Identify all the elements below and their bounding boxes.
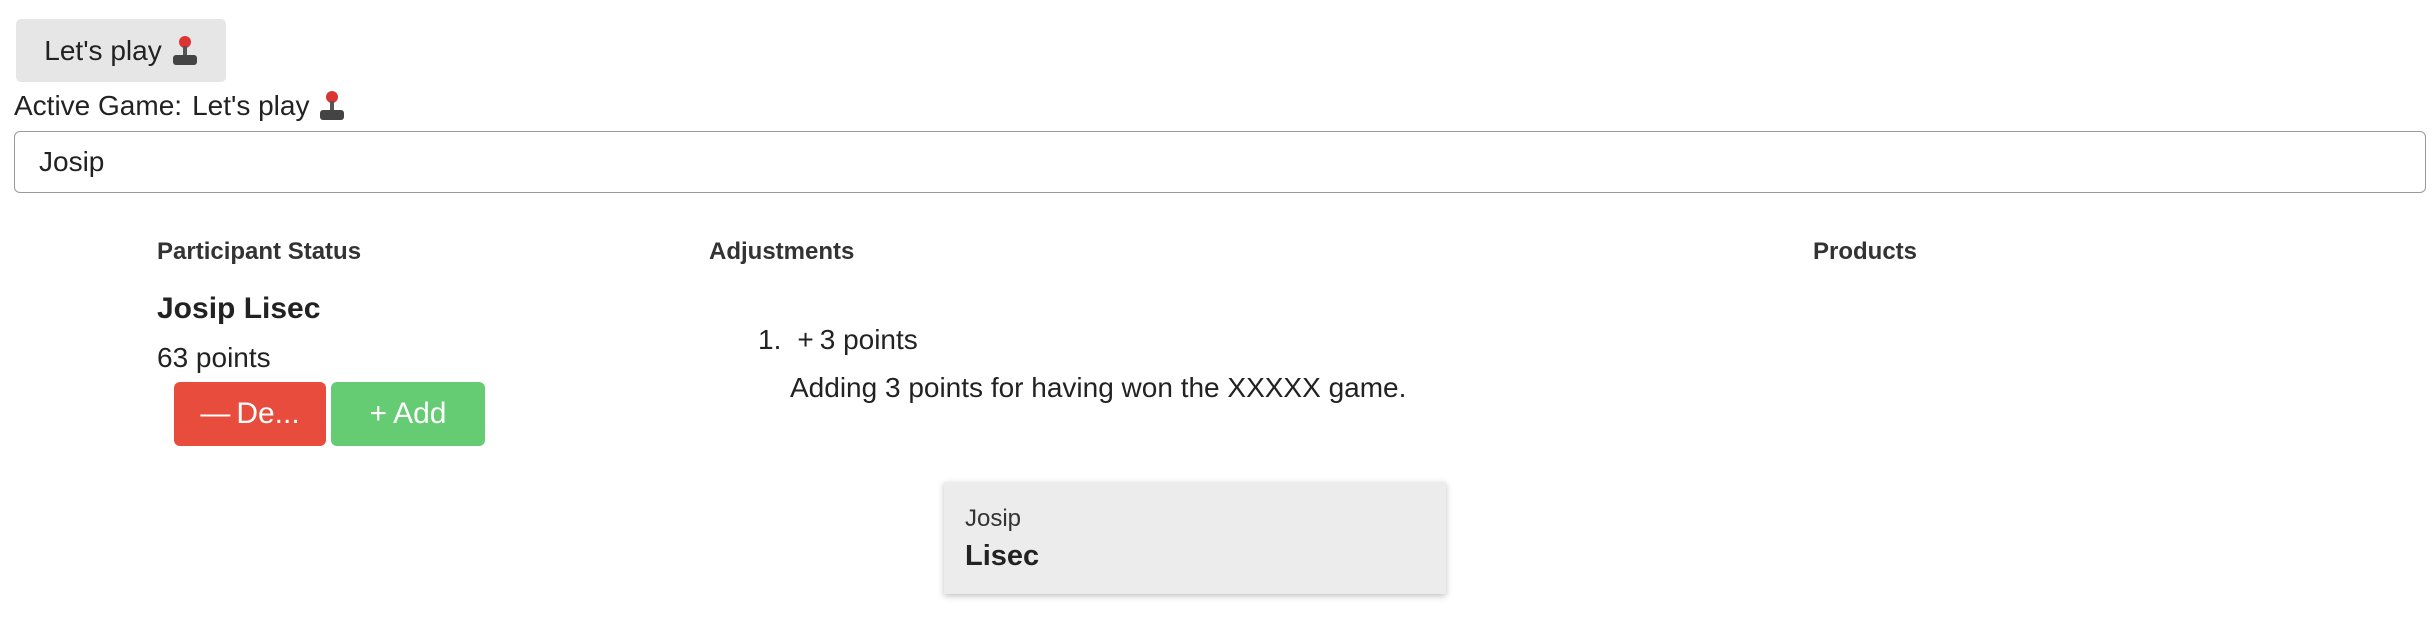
participant-name: Josip Lisec	[157, 292, 321, 325]
adjustment-description: Adding 3 points for having won the XXXXX…	[790, 372, 1407, 403]
participant-status-heading: Participant Status	[157, 238, 362, 265]
game-button-label: Let's play	[44, 34, 162, 66]
deduct-button-label: De...	[236, 397, 300, 430]
add-button-label: Add	[393, 397, 447, 430]
adjustment-index: 1.	[758, 324, 782, 355]
add-button[interactable]: + Add	[331, 382, 485, 446]
adjustment-amount: 3 points	[819, 324, 918, 355]
card-first-name: Josip	[965, 505, 1022, 532]
joystick-icon	[319, 91, 345, 121]
active-game-label: Active Game:	[14, 90, 183, 121]
game-button[interactable]: Let's play	[16, 19, 226, 82]
joystick-icon	[172, 35, 198, 66]
participant-points: 63 points	[157, 342, 271, 373]
participant-card[interactable]: Josip Lisec	[944, 482, 1446, 594]
minus-icon: —	[200, 397, 231, 430]
plus-icon: +	[369, 397, 388, 430]
deduct-button[interactable]: — De...	[174, 382, 326, 446]
participant-search-input[interactable]	[14, 131, 2426, 193]
products-heading: Products	[1813, 238, 1918, 265]
plus-icon: +	[797, 324, 814, 355]
list-item: 1. + 3 points	[758, 324, 918, 356]
active-game-name: Let's play	[192, 90, 310, 121]
active-game: Active Game: Let's play	[14, 88, 345, 124]
card-last-name: Lisec	[965, 540, 1040, 572]
adjustment-list: 1. + 3 points	[758, 324, 918, 356]
adjustments-heading: Adjustments	[709, 238, 855, 265]
